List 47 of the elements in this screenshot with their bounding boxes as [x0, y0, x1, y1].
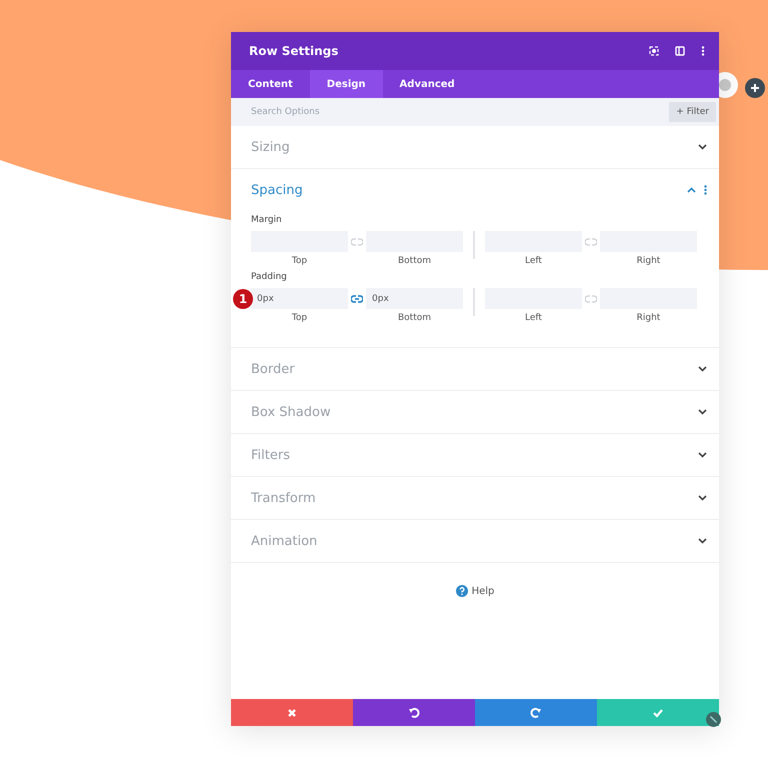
chevron-down-icon[interactable]	[698, 366, 707, 372]
layout-icon[interactable]	[675, 46, 685, 56]
chevron-up-icon[interactable]	[687, 187, 696, 193]
section-title[interactable]: Transform	[251, 490, 698, 506]
search-field[interactable]: Search Options	[231, 98, 670, 126]
field-label: Top	[292, 313, 308, 323]
section-title[interactable]: Spacing	[251, 182, 687, 198]
more-icon[interactable]	[704, 185, 707, 195]
chevron-down-icon[interactable]	[698, 409, 707, 415]
field-label: Bottom	[398, 256, 431, 266]
section-title[interactable]: Animation	[251, 534, 698, 548]
filter-button[interactable]: + Filter	[669, 98, 719, 126]
close-icon	[286, 706, 298, 718]
window-title: Row Settings	[249, 44, 340, 58]
save-button[interactable]	[597, 699, 719, 726]
section-title[interactable]: Filters	[251, 448, 698, 462]
redo-icon	[530, 706, 542, 718]
value-field[interactable]: 0px	[251, 288, 348, 309]
link-icon[interactable]	[351, 294, 363, 302]
field-label: Right	[636, 256, 660, 266]
add-icon[interactable]	[745, 78, 765, 98]
tab[interactable]: Design	[310, 70, 383, 98]
field-label: Bottom	[398, 313, 431, 323]
step-badge: 1	[233, 289, 253, 309]
tab[interactable]: Advanced	[382, 70, 472, 98]
section-title[interactable]: Border	[251, 362, 698, 376]
check-icon	[652, 706, 664, 718]
value-field[interactable]: 0px	[366, 288, 463, 309]
undo-icon	[408, 706, 420, 718]
field-label: Top	[292, 256, 308, 266]
resize-icon[interactable]	[706, 712, 721, 727]
group-label: Margin	[251, 215, 283, 225]
chevron-down-icon[interactable]	[698, 495, 707, 501]
group-label: Padding	[251, 272, 288, 282]
tab[interactable]: Content	[231, 70, 310, 98]
help-link[interactable]: Help	[472, 586, 494, 596]
field-label: Left	[525, 313, 542, 323]
chevron-down-icon[interactable]	[698, 538, 707, 544]
section-title[interactable]: Box Shadow	[251, 404, 698, 420]
more-icon[interactable]	[701, 46, 705, 56]
help-icon[interactable]	[456, 585, 468, 597]
field-label: Right	[636, 313, 660, 323]
field-label: Left	[525, 256, 542, 266]
chevron-down-icon[interactable]	[698, 144, 707, 150]
section-title[interactable]: Sizing	[251, 140, 698, 154]
focus-icon[interactable]	[649, 46, 659, 56]
chevron-down-icon[interactable]	[698, 452, 707, 458]
